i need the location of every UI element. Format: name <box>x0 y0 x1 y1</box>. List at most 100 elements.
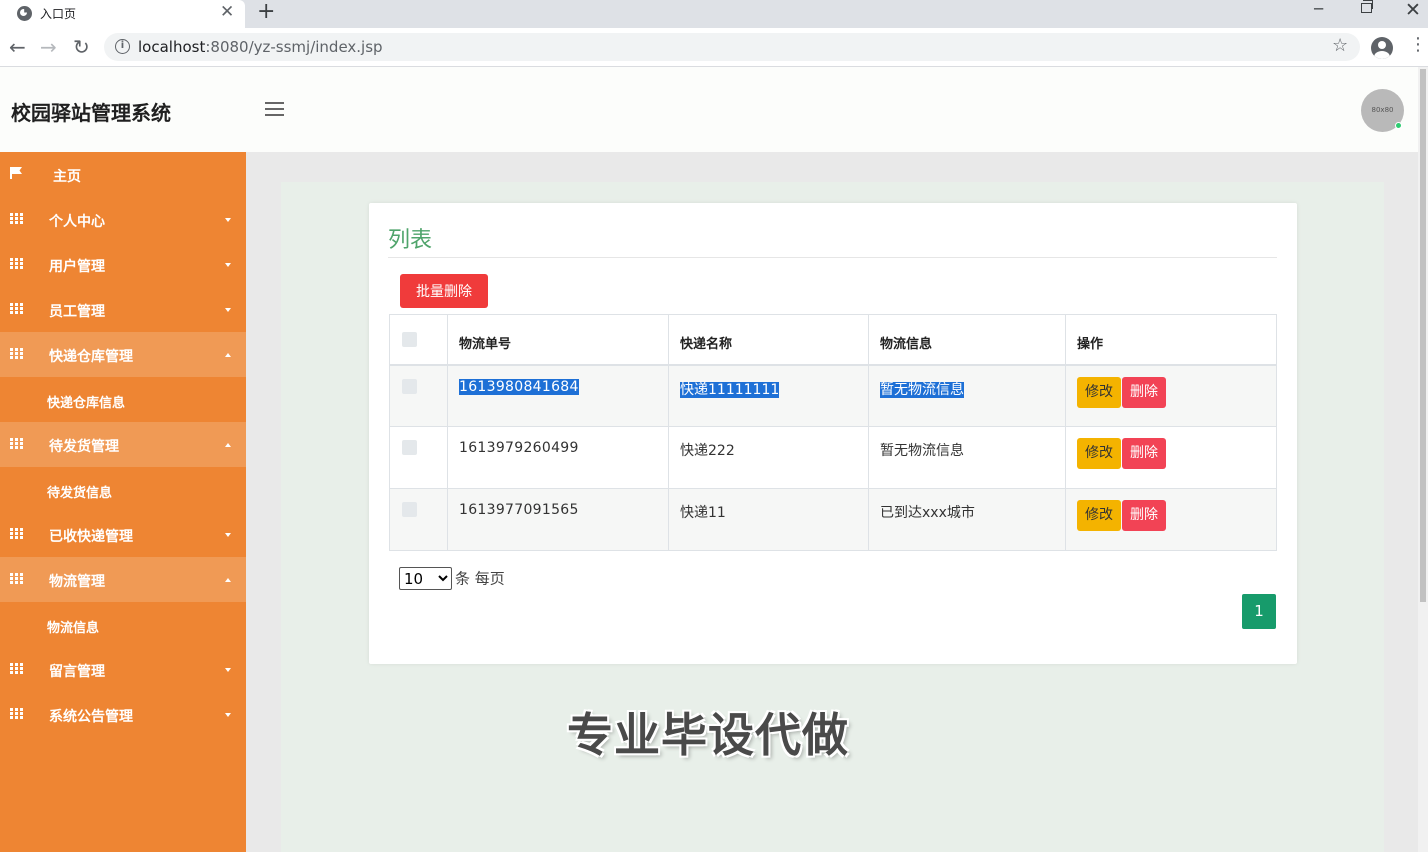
column-header: 操作 <box>1065 314 1277 366</box>
table-row: 1613977091565 快递11 已到达xxx城市 修改 删除 <box>389 488 1277 551</box>
row-checkbox[interactable] <box>402 378 417 394</box>
row-checkbox[interactable] <box>402 502 417 517</box>
bookmark-star-icon[interactable]: ☆ <box>1332 35 1348 56</box>
sidebar-item-warehouse-management[interactable]: 快递仓库管理 <box>0 332 246 377</box>
more-menu-icon[interactable]: ⋮ <box>1409 34 1427 55</box>
reload-icon[interactable]: ↻ <box>73 35 90 59</box>
delete-button[interactable]: 删除 <box>1122 376 1166 408</box>
select-all-checkbox[interactable] <box>402 332 417 347</box>
sidebar-subitem-warehouse-info[interactable]: 快递仓库信息 <box>0 377 246 422</box>
sidebar-item-label: 留言管理 <box>49 664 105 680</box>
sidebar-subitem-logistics-info[interactable]: 物流信息 <box>0 602 246 647</box>
sidebar-item-personal-center[interactable]: 个人中心 <box>0 197 246 242</box>
edit-button[interactable]: 修改 <box>1077 500 1121 531</box>
sidebar-item-received-parcels[interactable]: 已收快递管理 <box>0 512 246 557</box>
tab-title: 入口页 <box>40 7 77 21</box>
table-row: 1613980841684 快递11111111 暂无物流信息 修改 删除 <box>389 364 1277 427</box>
caret-down-icon <box>225 713 231 717</box>
row-checkbox-cell <box>389 364 448 427</box>
sidebar-item-logistics-management[interactable]: 物流管理 <box>0 557 246 602</box>
edit-button[interactable]: 修改 <box>1077 376 1121 408</box>
sidebar-item-label: 用户管理 <box>49 259 105 275</box>
hamburger-menu-icon[interactable] <box>265 102 284 116</box>
delete-button[interactable]: 删除 <box>1122 438 1166 469</box>
delete-button[interactable]: 删除 <box>1122 500 1166 531</box>
grid-icon <box>10 573 23 584</box>
cell-courier-name: 快递11 <box>668 488 869 551</box>
row-checkbox-cell <box>389 488 448 551</box>
grid-icon <box>10 528 23 539</box>
sidebar-item-message-management[interactable]: 留言管理 <box>0 647 246 692</box>
sidebar-item-label: 待发货管理 <box>49 439 119 455</box>
info-icon[interactable]: i <box>115 39 130 54</box>
watermark-text: 专业毕设代做 <box>567 708 849 762</box>
column-header: 快递名称 <box>668 314 869 366</box>
cell-courier-name: 快递222 <box>668 426 869 489</box>
sidebar-item-label: 主页 <box>53 169 81 185</box>
sidebar-item-label: 员工管理 <box>49 304 105 320</box>
new-tab-plus-icon[interactable]: + <box>257 0 275 24</box>
logistics-table: 物流单号 快递名称 物流信息 操作 1613980841684 快递111111… <box>389 314 1277 551</box>
list-card: 列表 批量删除 物流单号 快递名称 物流信息 操作 1613980841684 … <box>369 203 1297 664</box>
row-checkbox[interactable] <box>402 440 417 455</box>
flag-icon <box>10 167 22 179</box>
back-arrow-icon[interactable]: ← <box>9 35 26 59</box>
caret-up-icon <box>225 443 231 447</box>
close-icon[interactable]: ✕ <box>220 2 234 22</box>
scrollbar-thumb[interactable] <box>1420 69 1426 602</box>
sidebar-item-label: 快递仓库信息 <box>47 396 126 411</box>
sidebar: 主页 个人中心 用户管理 员工管理 快递仓库管理 快递仓库信息 待发货管理 待发… <box>0 152 246 852</box>
sidebar-item-label: 已收快递管理 <box>49 529 133 545</box>
sidebar-item-staff-management[interactable]: 员工管理 <box>0 287 246 332</box>
page-button-current[interactable]: 1 <box>1242 594 1276 629</box>
sidebar-item-label: 系统公告管理 <box>49 709 133 725</box>
browser-tab[interactable]: 入口页 ✕ <box>0 0 245 28</box>
globe-icon <box>17 6 32 21</box>
app-brand: 校园驿站管理系统 <box>11 101 171 125</box>
page-size-suffix: 条 每页 <box>455 569 505 588</box>
sidebar-item-home[interactable]: 主页 <box>0 152 246 197</box>
cell-logistics-info: 已到达xxx城市 <box>868 488 1066 551</box>
sidebar-item-label: 物流信息 <box>47 621 100 636</box>
sidebar-item-label: 物流管理 <box>49 574 105 590</box>
grid-icon <box>10 213 23 224</box>
column-header: 物流单号 <box>447 314 669 366</box>
cell-actions: 修改 删除 <box>1065 488 1277 551</box>
grid-icon <box>10 663 23 674</box>
profile-icon[interactable] <box>1371 37 1393 59</box>
row-checkbox-cell <box>389 426 448 489</box>
caret-down-icon <box>225 263 231 267</box>
caret-down-icon <box>225 533 231 537</box>
caret-up-icon <box>225 578 231 582</box>
forward-arrow-icon[interactable]: → <box>40 35 57 59</box>
grid-icon <box>10 348 23 359</box>
edit-button[interactable]: 修改 <box>1077 438 1121 469</box>
courier-name-text: 快递11111111 <box>680 381 780 398</box>
cell-logistics-info: 暂无物流信息 <box>868 364 1066 427</box>
page-size-select[interactable]: 10 <box>399 567 452 590</box>
page-scrollbar[interactable] <box>1418 67 1428 852</box>
sidebar-subitem-pending-shipment-info[interactable]: 待发货信息 <box>0 467 246 512</box>
window-close-icon[interactable]: ✕ <box>1405 0 1421 21</box>
restore-icon[interactable] <box>1361 0 1373 13</box>
cell-logistics-info: 暂无物流信息 <box>868 426 1066 489</box>
browser-tabstrip: 入口页 ✕ + ─ ✕ <box>0 0 1428 28</box>
sidebar-item-pending-shipment[interactable]: 待发货管理 <box>0 422 246 467</box>
app-header: 校园驿站管理系统 80x80 <box>0 67 1418 152</box>
minimize-icon[interactable]: ─ <box>1314 0 1323 18</box>
batch-delete-button[interactable]: 批量删除 <box>400 274 488 308</box>
logistics-info-text: 暂无物流信息 <box>880 381 964 398</box>
sidebar-item-label: 快递仓库管理 <box>49 349 133 365</box>
divider <box>388 257 1277 258</box>
sidebar-item-user-management[interactable]: 用户管理 <box>0 242 246 287</box>
sidebar-item-label: 个人中心 <box>49 214 105 230</box>
sidebar-item-announcement-management[interactable]: 系统公告管理 <box>0 692 246 737</box>
cell-tracking-number: 1613977091565 <box>447 488 669 551</box>
card-title: 列表 <box>388 228 433 253</box>
cell-actions: 修改 删除 <box>1065 364 1277 427</box>
address-bar[interactable]: i localhost:8080/yz-ssmj/index.jsp ☆ <box>104 33 1360 61</box>
caret-down-icon <box>225 668 231 672</box>
tracking-number-text: 1613980841684 <box>459 378 579 395</box>
grid-icon <box>10 708 23 719</box>
sidebar-item-label: 待发货信息 <box>47 486 113 501</box>
